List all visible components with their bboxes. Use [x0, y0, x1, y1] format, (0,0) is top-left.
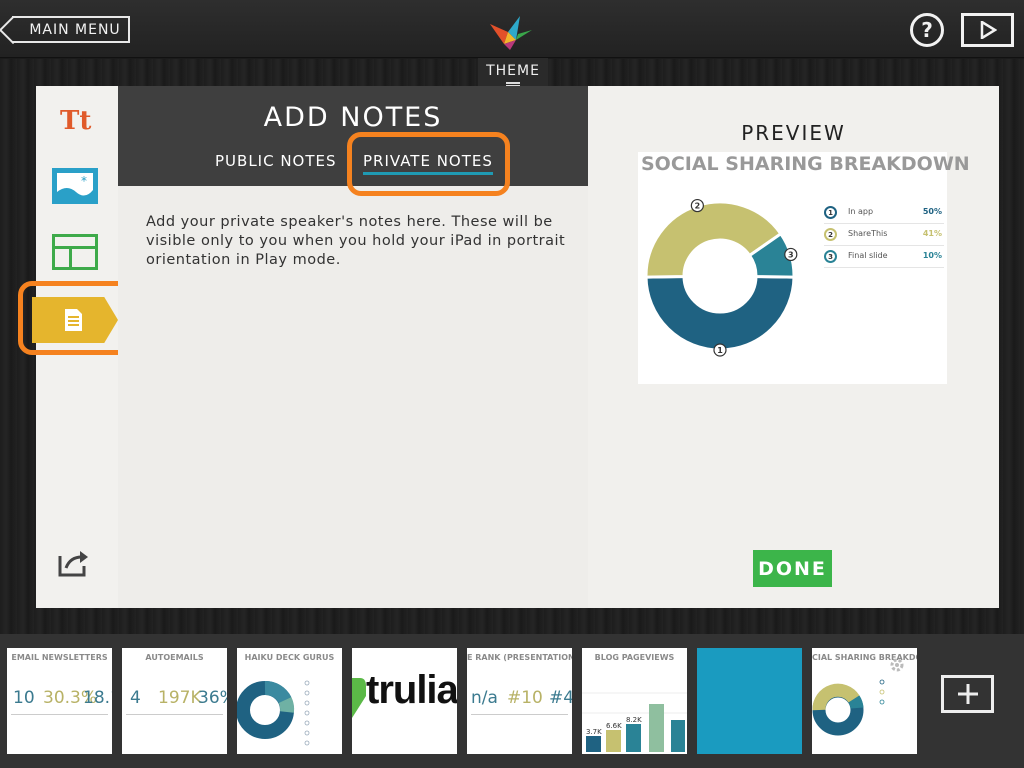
legend-marker: 1 [824, 206, 837, 219]
slide-thumb-4[interactable]: trulia [352, 648, 457, 754]
tab-public-notes[interactable]: PUBLIC NOTES [215, 152, 337, 170]
layout-tool-icon[interactable] [52, 234, 98, 270]
thumb-title: EMAIL NEWSLETTERS [11, 653, 108, 662]
slide-thumb-8[interactable]: CIAL SHARING BREAKDO [812, 648, 917, 754]
notes-tool-button[interactable] [32, 297, 118, 343]
slide-thumb-2[interactable]: AUTOEMAILS 4 197K 36% [122, 648, 227, 754]
gear-icon[interactable] [888, 656, 906, 674]
legend-marker: 3 [824, 250, 837, 263]
text-tool-icon[interactable]: Tt [60, 106, 91, 136]
slide-thumb-3[interactable]: HAIKU DECK GURUS [237, 648, 342, 754]
thumb-donut-chart [812, 679, 885, 736]
thumb-stat: 8.2K [626, 716, 642, 724]
thumb-stat: #10 [507, 688, 543, 708]
thumb-stat: 3.7K [586, 728, 602, 736]
image-tool-icon[interactable]: * [52, 168, 98, 204]
plus-icon [957, 684, 978, 704]
legend-value: 10% [922, 251, 942, 260]
legend-item: 2 ShareThis 41% [824, 226, 944, 246]
legend-item: 1 In app 50% [824, 204, 944, 224]
thumb-divider [471, 714, 568, 715]
svg-text:*: * [81, 174, 87, 188]
thumb-stat: #4 [549, 688, 572, 708]
thumb-stat: n/a [471, 688, 498, 708]
add-slide-button[interactable] [941, 675, 994, 713]
notes-icon [65, 309, 82, 331]
legend-label: ShareThis [848, 229, 888, 238]
haiku-deck-logo [490, 16, 532, 50]
done-button[interactable]: DONE [753, 550, 832, 587]
legend-label: Final slide [848, 251, 888, 260]
thumb-stat: 10 [13, 688, 35, 708]
slice-label: 2 [695, 202, 701, 211]
slide-thumb-5[interactable]: E RANK (PRESENTATION SOFTW n/a #10 #4 [467, 648, 572, 754]
notes-panel: ADD NOTES PUBLIC NOTES PRIVATE NOTES Add… [118, 86, 588, 608]
preview-title: PREVIEW [741, 121, 846, 145]
thumb-stat: 197K [158, 688, 202, 708]
trulia-logo-text: trulia [366, 668, 457, 712]
slide-thumb-1[interactable]: EMAIL NEWSLETTERS 10 30.3% 18.1% [7, 648, 112, 754]
donut-chart: 1 2 3 [644, 198, 798, 357]
legend-item: 3 Final slide 10% [824, 248, 944, 268]
donut-slice-1 [644, 275, 796, 352]
legend-marker: 2 [824, 228, 837, 241]
notes-title: ADD NOTES [263, 102, 443, 133]
slice-label: 1 [717, 346, 723, 355]
theme-label: THEME [486, 63, 540, 79]
thumb-stat: 4 [130, 688, 141, 708]
play-icon [980, 21, 997, 39]
thumb-title: HAIKU DECK GURUS [244, 653, 335, 662]
preview-panel: PREVIEW SOCIAL SHARING BREAKDOWN 123 1 In… [588, 86, 999, 608]
slice-label: 3 [788, 250, 794, 259]
map-pin-icon [352, 678, 366, 718]
top-bar: MAIN MENU ? [0, 0, 1024, 58]
slide-filmstrip: EMAIL NEWSLETTERS 10 30.3% 18.1% AUTOEMA… [0, 634, 1024, 768]
main-menu-button[interactable]: MAIN MENU [12, 16, 130, 43]
thumb-stat: 6.6K [606, 722, 622, 730]
thumb-donut-chart [237, 680, 310, 746]
tab-private-notes[interactable]: PRIVATE NOTES [363, 152, 493, 175]
play-button[interactable] [961, 13, 1014, 47]
legend-value: 41% [922, 229, 942, 238]
thumb-title: AUTOEMAILS [145, 653, 204, 662]
thumb-title: BLOG PAGEVIEWS [594, 653, 675, 662]
thumb-stat: 36% [198, 688, 227, 708]
share-icon[interactable] [56, 548, 90, 578]
notes-input[interactable]: Add your private speaker's notes here. T… [146, 213, 576, 270]
thumb-title: E RANK (PRESENTATION SOFTW [467, 653, 572, 662]
tool-sidebar: Tt * [36, 86, 118, 608]
slide-thumb-6[interactable]: BLOG PAGEVIEWS 3.7K 6.6K 8.2K [582, 648, 687, 754]
thumb-divider [11, 714, 108, 715]
legend-value: 50% [922, 207, 942, 216]
thumb-divider [126, 714, 223, 715]
thumb-stat: 18.1% [83, 688, 112, 708]
notes-header: ADD NOTES PUBLIC NOTES PRIVATE NOTES [118, 86, 588, 196]
help-button[interactable]: ? [910, 13, 944, 47]
slide-thumb-7[interactable] [697, 648, 802, 754]
legend-label: In app [848, 207, 874, 216]
slide-preview: SOCIAL SHARING BREAKDOWN 123 1 In app 50% 2… [638, 152, 970, 384]
